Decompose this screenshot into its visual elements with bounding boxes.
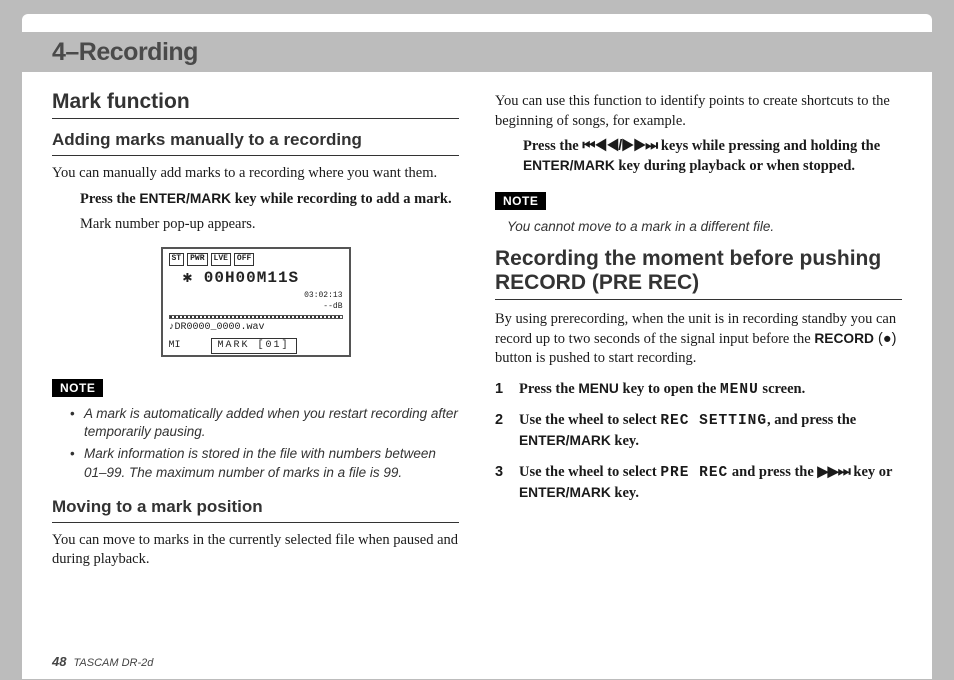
subsection-moving-mark: Moving to a mark position (52, 496, 459, 523)
text-fragment: button is pushed to start recording. (495, 350, 696, 366)
page-number: 48 (52, 654, 66, 669)
key-record: RECORD (814, 331, 874, 346)
record-dot-icon: (●) (874, 331, 896, 347)
key-enter-mark: ENTER/MARK (139, 191, 231, 206)
page-footer: 48 TASCAM DR-2d (52, 654, 153, 669)
key-enter-mark: ENTER/MARK (523, 158, 615, 173)
text-fragment: key while recording to add a mark. (231, 191, 451, 207)
key-enter-mark: ENTER/MARK (519, 485, 611, 500)
note-item: A mark is automatically added when you r… (70, 405, 459, 441)
text-fragment: Press the (80, 191, 139, 207)
skip-forward-icon: ▶▶⏭ (817, 464, 849, 480)
text-fragment: screen. (759, 381, 805, 397)
text-fragment: key during playback or when stopped. (615, 158, 855, 174)
text-fragment: key. (611, 485, 639, 501)
lcd-label: MI (169, 340, 181, 351)
step-3: Use the wheel to select PRE REC and pres… (495, 462, 902, 504)
section-mark-function: Mark function (52, 90, 459, 119)
text-fragment: key. (611, 433, 639, 449)
lcd-tag: OFF (234, 253, 254, 266)
key-menu: MENU (578, 381, 619, 396)
lcd-tag: ST (169, 253, 185, 266)
lcd-tag: PWR (187, 253, 207, 266)
lcd-timer: 00H00M11S (204, 269, 299, 287)
text-fragment: and press the (728, 464, 817, 480)
text-fragment: key to open the (619, 381, 720, 397)
menu-item-pre-rec: PRE REC (660, 465, 728, 481)
lcd-mark-popup: MARK [01] (211, 338, 297, 354)
lcd-db: --dB (169, 302, 343, 313)
note-label: NOTE (52, 379, 103, 397)
para-shortcut-intro: You can use this function to identify po… (495, 92, 902, 131)
step-2: Use the wheel to select REC SETTING, and… (495, 410, 902, 452)
note-different-file: You cannot move to a mark in a different… (507, 218, 902, 236)
para-move-marks: You can move to marks in the currently s… (52, 531, 459, 570)
text-fragment: Use the wheel to select (519, 464, 660, 480)
text-fragment: Press the (519, 381, 578, 397)
text-fragment: keys while pressing and holding the (657, 138, 880, 154)
lcd-screenshot: ST PWR LVE OFF ✱ 00H00M11S 03:02:13 --dB… (52, 247, 459, 357)
menu-item-rec-setting: REC SETTING (660, 413, 767, 429)
steps-list: Press the MENU key to open the MENU scre… (495, 379, 902, 503)
subsection-adding-marks: Adding marks manually to a recording (52, 129, 459, 156)
chapter-title: 4–Recording (52, 38, 902, 67)
lcd-subtime: 03:02:13 (169, 291, 343, 302)
instruction-press-enter-mark: Press the ENTER/MARK key while recording… (80, 190, 459, 210)
section-pre-rec: Recording the moment before pushing RECO… (495, 247, 902, 300)
text-fragment: Press the (523, 138, 582, 154)
para-prerec-intro: By using prerecording, when the unit is … (495, 310, 902, 369)
product-name: TASCAM DR-2d (74, 657, 154, 669)
manual-page: 4–Recording Mark function Adding marks m… (22, 14, 932, 679)
two-column-layout: Mark function Adding marks manually to a… (52, 86, 902, 576)
screen-name-menu: MENU (720, 382, 759, 398)
note-list: A mark is automatically added when you r… (70, 405, 459, 482)
text-fragment: , and press the (767, 412, 856, 428)
text-fragment: key or (850, 464, 892, 480)
chapter-title-bar: 4–Recording (22, 32, 932, 72)
note-label: NOTE (495, 192, 546, 210)
para-popup-appears: Mark number pop-up appears. (80, 215, 459, 235)
lcd-display: ST PWR LVE OFF ✱ 00H00M11S 03:02:13 --dB… (161, 247, 351, 357)
lcd-filename: ♪DR0000_0000.wav (169, 321, 343, 335)
note-item: Mark information is stored in the file w… (70, 445, 459, 481)
instruction-skip-keys: Press the ⏮◀◀/▶▶⏭ keys while pressing an… (523, 137, 902, 176)
key-enter-mark: ENTER/MARK (519, 433, 611, 448)
step-1: Press the MENU key to open the MENU scre… (495, 379, 902, 400)
right-column: You can use this function to identify po… (495, 86, 902, 576)
lcd-tag: LVE (211, 253, 231, 266)
skip-keys-icon: ⏮◀◀/▶▶⏭ (582, 138, 657, 154)
text-fragment: Use the wheel to select (519, 412, 660, 428)
para-add-marks: You can manually add marks to a recordin… (52, 164, 459, 184)
left-column: Mark function Adding marks manually to a… (52, 86, 459, 576)
